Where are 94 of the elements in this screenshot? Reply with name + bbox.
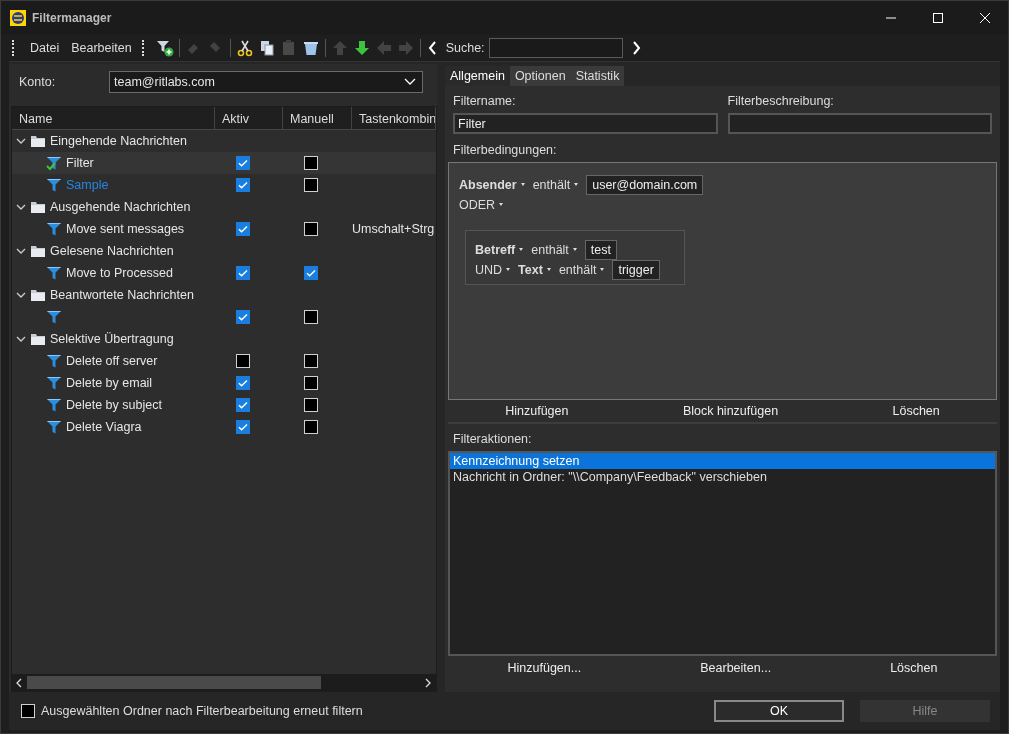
folder-icon (30, 288, 46, 302)
filter-label[interactable]: Move sent messages (66, 222, 185, 236)
tab[interactable]: Optionen (509, 66, 571, 86)
search-field[interactable] (488, 38, 623, 58)
column-header[interactable]: Aktiv (215, 107, 283, 129)
text-button[interactable]: Bearbeiten... (700, 661, 772, 675)
window-title: Filtermanager (32, 11, 112, 25)
condition-dropdown[interactable]: enthält (532, 177, 579, 192)
folder-icon (30, 332, 46, 346)
checkbox[interactable] (236, 266, 250, 280)
shortcut-text: Umschalt+Strg (352, 222, 436, 236)
tree-row[interactable]: Sample (12, 174, 436, 196)
close-icon[interactable] (979, 13, 990, 23)
tree-row[interactable]: Move sent messages Umschalt+Strg (12, 218, 436, 240)
scissors-icon (235, 39, 254, 57)
field-label: Filteraktionen: (453, 432, 533, 446)
checkbox[interactable] (236, 420, 250, 434)
filter-label[interactable]: Delete off server (66, 354, 158, 368)
account-label: Konto: (19, 75, 57, 89)
field-label: Filterbeschreibung: (727, 94, 835, 108)
scrollbar-thumb[interactable] (27, 676, 321, 689)
filter-label[interactable]: Delete by email (66, 376, 153, 390)
chevron-down-icon[interactable] (16, 246, 26, 256)
checkbox[interactable] (236, 376, 250, 390)
field-label: Filterbedingungen: (453, 143, 558, 157)
group-label[interactable]: Ausgehende Nachrichten (50, 200, 191, 214)
chevron-right-icon[interactable] (630, 40, 641, 56)
chevron-down-icon (404, 78, 416, 86)
column-header[interactable]: Tastenkombin (352, 107, 436, 129)
checkbox-label: Ausgewählten Ordner nach Filterbearbeitung erneut filtern (41, 704, 363, 718)
tree-row[interactable]: Delete by email (12, 372, 436, 394)
folder-icon (30, 244, 46, 258)
filter-name-field[interactable]: Filter (453, 113, 718, 134)
condition-value[interactable]: test (584, 239, 617, 260)
search-label: Suche: (445, 41, 485, 55)
filter-description-field[interactable] (727, 113, 992, 134)
text-button[interactable]: Block hinzufügen (682, 404, 779, 418)
tab[interactable]: Statistik (570, 66, 625, 86)
condition-dropdown[interactable]: Text (518, 262, 551, 277)
filter-label[interactable]: Delete by subject (66, 398, 162, 412)
text-button[interactable]: Hinzufügen... (507, 661, 582, 675)
text-button[interactable]: Hinzufügen (505, 404, 569, 418)
filter-label[interactable]: Filter (66, 156, 94, 170)
condition-dropdown[interactable]: Absender (459, 177, 525, 192)
filter-label[interactable]: Move to Processed (66, 266, 173, 280)
trash-icon (301, 39, 320, 57)
folder-icon (30, 200, 46, 214)
tree-row[interactable]: Filter (12, 152, 436, 174)
column-header[interactable]: Name (12, 107, 215, 129)
checkbox[interactable] (236, 156, 250, 170)
condition-dropdown[interactable]: Betreff (475, 242, 524, 257)
tree-row[interactable]: Delete Viagra (12, 416, 436, 438)
chevron-left-icon[interactable] (427, 40, 438, 56)
checkbox[interactable] (236, 222, 250, 236)
checkbox[interactable] (236, 178, 250, 192)
filter-label[interactable]: Delete Viagra (66, 420, 142, 434)
checkbox[interactable] (236, 310, 250, 324)
chevron-down-icon[interactable] (16, 202, 26, 212)
tree-row[interactable]: Delete by subject (12, 394, 436, 416)
text-button[interactable]: Löschen (890, 661, 938, 675)
condition-value[interactable]: user@domain.com (586, 174, 704, 195)
filter-label[interactable]: Sample (66, 178, 109, 192)
right-arrow-icon (396, 39, 415, 57)
condition-dropdown[interactable]: UND (475, 262, 511, 277)
group-label[interactable]: Beantwortete Nachrichten (50, 288, 194, 302)
maximize-icon[interactable] (932, 13, 943, 23)
group-label[interactable]: Gelesene Nachrichten (50, 244, 174, 258)
column-header[interactable]: Manuell (283, 107, 352, 129)
tab[interactable]: Allgemein (445, 66, 510, 86)
app-logo-icon (10, 10, 26, 26)
condition-dropdown[interactable]: enthält (531, 242, 577, 257)
condition-value[interactable]: trigger (612, 259, 660, 280)
list-item[interactable]: Nachricht in Ordner: "\\Company\Feedback" verschieben (450, 469, 995, 485)
checkbox[interactable] (303, 266, 318, 280)
chevron-down-icon[interactable] (16, 334, 26, 344)
group-label[interactable]: Selektive Übertragung (50, 332, 174, 346)
condition-dropdown[interactable]: ODER (459, 197, 504, 212)
chevron-down-icon[interactable] (16, 290, 26, 300)
account-dropdown[interactable]: team@ritlabs.com (109, 71, 423, 93)
text-button[interactable]: Löschen (892, 404, 940, 418)
dialog-button[interactable]: OK (714, 700, 844, 722)
list-item[interactable]: Kennzeichnung setzen (450, 453, 995, 469)
tree-row[interactable]: Move to Processed (12, 262, 436, 284)
chevron-down-icon[interactable] (16, 136, 26, 146)
add-filter-icon (155, 39, 174, 57)
folder-icon (30, 134, 46, 148)
field-label: Filtername: (453, 94, 517, 108)
menu-item[interactable]: Bearbeiten (65, 41, 138, 55)
tree-row[interactable]: Delete off server (12, 350, 436, 372)
dialog-button[interactable]: Hilfe (860, 700, 990, 722)
checkbox[interactable] (236, 398, 250, 412)
group-label[interactable]: Eingehende Nachrichten (50, 134, 187, 148)
menu-item[interactable]: Datei (24, 41, 66, 55)
condition-dropdown[interactable]: enthält (558, 262, 605, 277)
